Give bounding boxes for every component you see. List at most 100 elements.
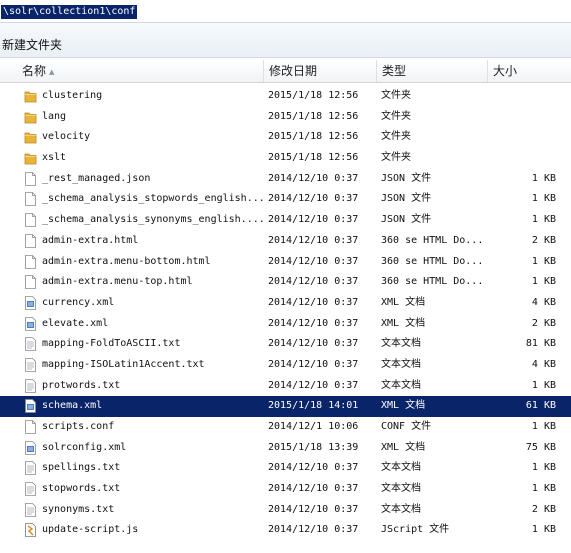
file-size: 1 KB: [531, 172, 556, 184]
file-type: XML 文档: [381, 400, 426, 412]
file-row[interactable]: elevate.xml 2014/12/10 0:37 XML 文档 2 KB: [0, 314, 571, 335]
file-name: elevate.xml: [42, 317, 109, 329]
file-icon: [24, 171, 37, 186]
file-name: _rest_managed.json: [42, 172, 151, 184]
file-modified: 2014/12/1 10:06: [268, 421, 359, 432]
file-type: 文件夹: [381, 110, 411, 122]
xml-file-icon: [24, 295, 37, 310]
file-row[interactable]: solrconfig.xml 2015/1/18 13:39 XML 文档 75 KB: [0, 438, 571, 459]
file-type: 文件夹: [381, 90, 411, 101]
file-type: 文本文档: [381, 379, 421, 391]
file-name: scripts.conf: [42, 421, 115, 432]
folder-icon: [24, 89, 37, 103]
text-file-icon: [24, 502, 37, 517]
column-header-type[interactable]: 类型: [377, 60, 488, 82]
file-modified: 2015/1/18 12:56: [268, 131, 359, 143]
xml-file-icon: [24, 440, 37, 455]
file-name: admin-extra.menu-top.html: [42, 276, 193, 288]
file-size: 75 KB: [525, 441, 556, 453]
file-name: mapping-FoldToASCII.txt: [42, 338, 181, 350]
file-modified: 2015/1/18 13:39: [268, 441, 359, 453]
file-modified: 2014/12/10 0:37: [268, 483, 359, 495]
file-size: 4 KB: [531, 358, 556, 370]
file-size: 2 KB: [531, 503, 556, 515]
file-row[interactable]: admin-extra.menu-top.html 2014/12/10 0:37…: [0, 272, 571, 293]
file-type: JScript 文件: [381, 524, 450, 536]
file-name: currency.xml: [42, 296, 115, 308]
text-file-icon: [24, 378, 37, 393]
file-type: XML 文档: [381, 296, 426, 308]
file-row[interactable]: schema.xml 2015/1/18 14:01 XML 文档 61 KB: [0, 396, 571, 417]
file-name: update-script.js: [42, 524, 139, 536]
file-icon: [24, 275, 37, 290]
file-type: 文本文档: [381, 503, 421, 515]
file-type: 文本文档: [381, 358, 421, 370]
file-type: 文本文档: [381, 483, 421, 495]
file-name: admin-extra.html: [42, 234, 139, 246]
sort-ascending-icon: ▲: [49, 67, 55, 76]
file-row[interactable]: _rest_managed.json 2014/12/10 0:37 JSON 文件…: [0, 169, 571, 190]
file-row[interactable]: clustering 2015/1/18 12:56 文件夹: [0, 86, 571, 107]
file-modified: 2014/12/10 0:37: [268, 255, 359, 267]
xml-file-icon: [24, 399, 37, 414]
file-row[interactable]: lang 2015/1/18 12:56 文件夹: [0, 107, 571, 128]
column-header-type-label: 类型: [382, 64, 407, 78]
file-row[interactable]: admin-extra.menu-bottom.html 2014/12/10 0…: [0, 252, 571, 273]
file-row[interactable]: mapping-ISOLatin1Accent.txt 2014/12/10 0:…: [0, 355, 571, 376]
file-name: spellings.txt: [42, 462, 121, 474]
column-header-modified[interactable]: 修改日期: [264, 60, 377, 82]
file-size: 61 KB: [525, 400, 556, 412]
address-bar[interactable]: \solr\collection1\conf: [0, 0, 571, 23]
column-header-name[interactable]: 名称 ▲: [0, 60, 264, 82]
file-name: _schema_analysis_stopwords_english...: [42, 193, 264, 205]
file-row[interactable]: protwords.txt 2014/12/10 0:37 文本文档 1 KB: [0, 376, 571, 397]
file-size: 2 KB: [531, 317, 556, 329]
file-modified: 2014/12/10 0:37: [268, 234, 359, 246]
file-name: mapping-ISOLatin1Accent.txt: [42, 358, 205, 370]
text-file-icon: [24, 461, 37, 476]
file-size: 1 KB: [531, 276, 556, 288]
file-size: 1 KB: [531, 379, 556, 391]
file-row[interactable]: admin-extra.html 2014/12/10 0:37 360 se HT…: [0, 231, 571, 252]
folder-icon: [24, 151, 37, 165]
address-path[interactable]: \solr\collection1\conf: [1, 5, 138, 19]
file-row[interactable]: _schema_analysis_synonyms_english.... 201…: [0, 210, 571, 231]
file-row[interactable]: xslt 2015/1/18 12:56 文件夹: [0, 148, 571, 169]
file-modified: 2014/12/10 0:37: [268, 503, 359, 515]
file-size: 4 KB: [531, 296, 556, 308]
file-row[interactable]: update-script.js 2014/12/10 0:37 JScript 文…: [0, 520, 571, 541]
column-header-modified-label: 修改日期: [269, 64, 318, 78]
file-size: 2 KB: [531, 234, 556, 246]
file-modified: 2014/12/10 0:37: [268, 358, 359, 370]
column-header-name-label: 名称: [22, 64, 47, 78]
file-row[interactable]: stopwords.txt 2014/12/10 0:37 文本文档 1 KB: [0, 479, 571, 500]
file-row[interactable]: mapping-FoldToASCII.txt 2014/12/10 0:37 文本…: [0, 334, 571, 355]
file-size: 1 KB: [531, 421, 556, 432]
file-modified: 2014/12/10 0:37: [268, 172, 359, 184]
js-file-icon: [24, 523, 37, 538]
file-name: schema.xml: [42, 400, 103, 412]
file-row[interactable]: spellings.txt 2014/12/10 0:37 文本文档 1 KB: [0, 458, 571, 479]
column-header-size[interactable]: 大小: [488, 60, 571, 82]
file-type: 文本文档: [381, 462, 421, 474]
folder-icon: [24, 130, 37, 144]
file-icon: [24, 420, 37, 434]
file-type: CONF 文件: [381, 421, 432, 432]
file-row[interactable]: _schema_analysis_stopwords_english... 201…: [0, 189, 571, 210]
new-folder-button[interactable]: 新建文件夹: [0, 35, 64, 55]
file-name: _schema_analysis_synonyms_english....: [42, 214, 264, 226]
file-row[interactable]: synonyms.txt 2014/12/10 0:37 文本文档 2 KB: [0, 500, 571, 521]
file-modified: 2014/12/10 0:37: [268, 214, 359, 226]
file-size: 81 KB: [525, 338, 556, 350]
file-row[interactable]: currency.xml 2014/12/10 0:37 XML 文档 4 KB: [0, 293, 571, 314]
file-size: 1 KB: [531, 255, 556, 267]
file-size: 1 KB: [531, 462, 556, 474]
file-row[interactable]: velocity 2015/1/18 12:56 文件夹: [0, 127, 571, 148]
file-row[interactable]: scripts.conf 2014/12/1 10:06 CONF 文件 1 KB: [0, 417, 571, 438]
file-size: 1 KB: [531, 193, 556, 205]
file-type: JSON 文件: [381, 193, 432, 205]
file-icon: [24, 233, 37, 248]
file-size: 1 KB: [531, 483, 556, 495]
file-modified: 2014/12/10 0:37: [268, 462, 359, 474]
file-modified: 2015/1/18 12:56: [268, 110, 359, 122]
